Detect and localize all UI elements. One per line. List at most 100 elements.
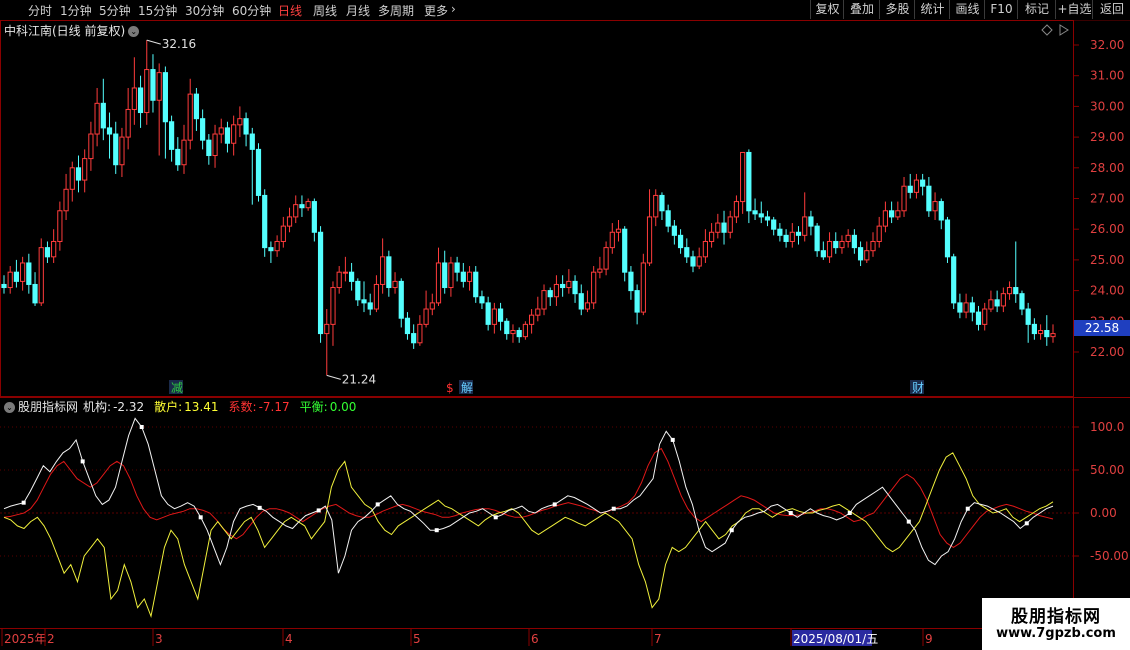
chevron-down-icon[interactable]: ⌄ bbox=[4, 402, 15, 413]
candle bbox=[932, 192, 938, 220]
candle bbox=[845, 229, 851, 248]
candle bbox=[677, 229, 684, 254]
indicator-tick-label: 0.00 bbox=[1090, 506, 1117, 520]
event-marker[interactable]: 减 bbox=[169, 380, 183, 395]
candle bbox=[820, 241, 826, 260]
chart-area[interactable]: 32.0031.0030.0029.0028.0027.0026.0025.00… bbox=[0, 0, 1130, 650]
diamond-icon[interactable] bbox=[1041, 24, 1053, 36]
candle bbox=[448, 256, 454, 297]
date-label: 9 bbox=[925, 632, 933, 646]
institution-point bbox=[552, 502, 557, 507]
candle bbox=[553, 275, 560, 306]
watermark-title: 股朋指标网 bbox=[1011, 607, 1101, 627]
institution-point bbox=[729, 528, 734, 533]
candle bbox=[150, 54, 156, 113]
candle bbox=[907, 173, 913, 199]
candle bbox=[975, 305, 982, 331]
institution-point bbox=[906, 519, 911, 524]
candle bbox=[262, 189, 268, 257]
candle bbox=[802, 192, 808, 242]
candle bbox=[131, 57, 137, 125]
candle bbox=[895, 201, 901, 220]
candle bbox=[1, 275, 7, 294]
candle bbox=[193, 87, 200, 131]
candle bbox=[162, 66, 168, 159]
candle bbox=[504, 318, 510, 340]
candle bbox=[566, 269, 572, 294]
collapse-icon[interactable] bbox=[1059, 24, 1069, 36]
candle bbox=[1006, 281, 1013, 300]
price-tick-label: 30.00 bbox=[1090, 99, 1124, 113]
candle bbox=[293, 195, 299, 224]
candle bbox=[417, 315, 423, 346]
candle bbox=[286, 207, 293, 233]
candle bbox=[342, 256, 348, 282]
candle bbox=[423, 290, 429, 328]
candle bbox=[646, 189, 653, 267]
event-marker[interactable]: 解 bbox=[459, 380, 473, 395]
institution-point bbox=[1024, 521, 1029, 526]
candle bbox=[529, 309, 535, 334]
candle bbox=[951, 253, 957, 310]
candle bbox=[597, 256, 603, 279]
candle bbox=[200, 109, 206, 150]
candle bbox=[795, 226, 802, 245]
candle bbox=[547, 287, 553, 306]
candle bbox=[920, 173, 926, 196]
date-label: 7 bbox=[654, 632, 662, 646]
indicator-header: ⌄ 股朋指标网 机构: -2.32 散户: 13.41 系数: -7.17 平衡: 0.00 bbox=[4, 398, 366, 415]
candle bbox=[373, 275, 380, 313]
candle bbox=[26, 253, 32, 294]
candle bbox=[541, 284, 547, 316]
candle bbox=[466, 266, 473, 291]
candle bbox=[510, 324, 516, 343]
candle bbox=[187, 78, 193, 150]
candle bbox=[572, 275, 578, 303]
candle bbox=[69, 161, 75, 202]
svg-text:$: $ bbox=[446, 381, 454, 395]
candle bbox=[516, 327, 522, 343]
candle bbox=[367, 293, 373, 316]
candle bbox=[460, 262, 466, 288]
institution-point bbox=[788, 511, 793, 515]
candle bbox=[305, 198, 311, 211]
institution-point bbox=[316, 508, 321, 513]
institution-point bbox=[670, 437, 675, 442]
candle bbox=[106, 112, 113, 159]
candle bbox=[243, 112, 249, 147]
candle bbox=[330, 281, 336, 346]
candle bbox=[231, 115, 237, 156]
indicator-value-2: 系数: -7.17 bbox=[228, 400, 290, 414]
candle bbox=[864, 241, 870, 263]
price-tick-label: 25.00 bbox=[1090, 253, 1124, 267]
candle bbox=[361, 281, 367, 313]
candle bbox=[218, 118, 224, 144]
candle bbox=[777, 223, 783, 242]
price-tick-label: 31.00 bbox=[1090, 69, 1124, 83]
candle bbox=[1025, 302, 1031, 343]
candle bbox=[901, 177, 907, 217]
candle bbox=[1013, 241, 1019, 303]
event-marker[interactable]: 财 bbox=[910, 380, 924, 395]
indicator-tick-label: -50.00 bbox=[1090, 549, 1129, 563]
date-label: 2025/08/01/五 bbox=[793, 632, 878, 646]
candle bbox=[1019, 290, 1025, 316]
candle bbox=[584, 290, 591, 313]
candle bbox=[628, 266, 634, 300]
candle bbox=[622, 226, 628, 282]
candle bbox=[224, 121, 231, 153]
candle bbox=[94, 87, 100, 147]
candle bbox=[274, 235, 280, 257]
current-price-label: 22.58 bbox=[1085, 321, 1119, 335]
candle bbox=[404, 312, 411, 340]
institution-point bbox=[493, 515, 498, 520]
event-marker[interactable]: $ bbox=[446, 381, 454, 395]
candle bbox=[119, 127, 125, 178]
candle bbox=[268, 241, 274, 263]
candle bbox=[814, 223, 820, 257]
candle bbox=[826, 232, 833, 263]
candle bbox=[1044, 315, 1050, 346]
candle bbox=[429, 293, 435, 316]
candle bbox=[591, 266, 597, 310]
candle bbox=[857, 241, 864, 267]
